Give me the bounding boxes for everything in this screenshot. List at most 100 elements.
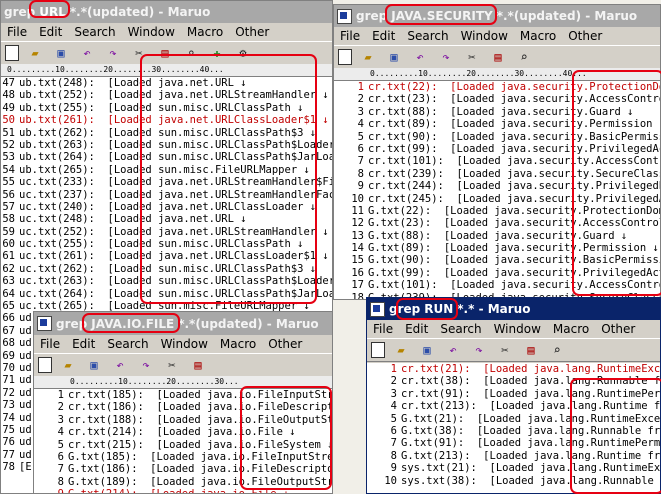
result-line[interactable]: 53 ub.txt(264): [Loaded sun.misc.URLClass… [1,151,332,163]
menu-file[interactable]: File [334,29,366,43]
grep-io-file-window[interactable]: grep JAVA.IO.FILE *.*(updated) - Maruo F… [33,311,333,494]
result-line[interactable]: 52 ub.txt(263): [Loaded sun.misc.URLClass… [1,139,332,151]
menu-search[interactable]: Search [68,25,121,39]
editor-text-area[interactable]: 1 cr.txt(21): [Loaded java.lang.RuntimeEx… [367,363,660,493]
result-line[interactable]: 2 cr.txt(186): [Loaded java.io.FileDescri… [34,401,332,413]
result-line[interactable]: 13 G.txt(88): [Loaded java.security.Guard… [334,230,660,242]
result-line[interactable]: 1 cr.txt(21): [Loaded java.lang.RuntimeEx… [367,363,660,375]
menu-other[interactable]: Other [595,322,641,336]
menu-window[interactable]: Window [455,29,514,43]
find-icon[interactable]: ⌕ [181,45,201,61]
menu-edit[interactable]: Edit [399,322,434,336]
redo-icon[interactable]: ↷ [136,357,156,373]
result-line[interactable]: 1 cr.txt(22): [Loaded java.security.Prote… [334,81,660,93]
redo-icon[interactable]: ↷ [436,49,456,65]
result-line[interactable]: 57 uc.txt(240): [Loaded java.net.URLClass… [1,201,332,213]
redo-icon[interactable]: ↷ [469,342,489,358]
result-line[interactable]: 49 ub.txt(255): [Loaded sun.misc.URLClass… [1,102,332,114]
result-line[interactable]: 8 G.txt(189): [Loaded java.io.FileOutputS… [34,476,332,488]
result-line[interactable]: 2 cr.txt(38): [Loaded java.lang.Runnable … [367,375,660,387]
result-line[interactable]: 8 cr.txt(239): [Loaded java.security.Secu… [334,168,660,180]
menu-search[interactable]: Search [101,337,154,351]
menu-macro[interactable]: Macro [181,25,229,39]
cut-icon[interactable]: ✂ [162,357,182,373]
menu-macro[interactable]: Macro [514,29,562,43]
result-line[interactable]: 5 cr.txt(215): [Loaded java.io.FileSystem… [34,439,332,451]
open-folder-icon[interactable]: ▰ [358,49,378,65]
new-file-icon[interactable] [371,342,385,358]
result-line[interactable]: 14 G.txt(89): [Loaded java.security.Permi… [334,242,660,254]
result-line[interactable]: 60 uc.txt(255): [Loaded sun.misc.URLClass… [1,238,332,250]
result-line[interactable]: 8 G.txt(213): [Loaded java.lang.Runtime f… [367,450,660,462]
undo-icon[interactable]: ↶ [77,45,97,61]
new-file-icon[interactable] [5,45,19,61]
open-folder-icon[interactable]: ▰ [25,45,45,61]
gear-icon[interactable]: ⚙ [233,45,253,61]
open-folder-icon[interactable]: ▰ [58,357,78,373]
editor-text-area[interactable]: 1 cr.txt(185): [Loaded java.io.FileInputS… [34,389,332,493]
result-line[interactable]: 9 sys.txt(21): [Loaded java.lang.RuntimeE… [367,462,660,474]
result-line[interactable]: 3 cr.txt(88): [Loaded java.security.Guard… [334,106,660,118]
result-line[interactable]: 3 cr.txt(188): [Loaded java.io.FileOutput… [34,414,332,426]
paste-icon[interactable]: ▤ [488,49,508,65]
result-line[interactable]: 9G.txt(214): [Loaded java.io.File ↓ [34,488,332,493]
menu-file[interactable]: File [34,337,66,351]
paste-icon[interactable]: ▤ [155,45,175,61]
menu-macro[interactable]: Macro [547,322,595,336]
result-line[interactable]: 48 ub.txt(252): [Loaded java.net.URLStrea… [1,89,332,101]
new-file-icon[interactable] [38,357,52,373]
menu-window[interactable]: Window [488,322,547,336]
menu-file[interactable]: File [367,322,399,336]
result-line[interactable]: 16 G.txt(99): [Loaded java.security.Privi… [334,267,660,279]
result-line[interactable]: 9 cr.txt(244): [Loaded java.security.Priv… [334,180,660,192]
result-line[interactable]: 17 G.txt(101): [Loaded java.security.Acce… [334,279,660,291]
result-line[interactable]: 6 G.txt(185): [Loaded java.io.FileInputSt… [34,451,332,463]
menu-other[interactable]: Other [262,337,308,351]
cut-icon[interactable]: ✂ [495,342,515,358]
title-bar[interactable]: grep URL *.*(updated) - Maruo [1,1,332,23]
find-next-icon[interactable]: ✚ [207,45,227,61]
result-line[interactable]: 4 cr.txt(89): [Loaded java.security.Permi… [334,118,660,130]
menu-file[interactable]: File [1,25,33,39]
open-folder-icon[interactable]: ▰ [391,342,411,358]
cut-icon[interactable]: ✂ [129,45,149,61]
result-line[interactable]: 10 sys.txt(38): [Loaded java.lang.Runnabl… [367,475,660,487]
result-line[interactable]: 3 cr.txt(91): [Loaded java.lang.RuntimePe… [367,388,660,400]
result-line[interactable]: 59 uc.txt(252): [Loaded java.net.URLStrea… [1,226,332,238]
title-bar[interactable]: grep JAVA.SECURITY *.*(updated) - Maruo [334,5,660,27]
find-icon[interactable]: ⌕ [514,49,534,65]
result-line[interactable]: 5 cr.txt(90): [Loaded java.security.Basic… [334,131,660,143]
menu-edit[interactable]: Edit [66,337,101,351]
result-line[interactable]: 11 G.txt(22): [Loaded java.security.Prote… [334,205,660,217]
new-file-icon[interactable] [338,49,352,65]
result-line[interactable]: 6 cr.txt(99): [Loaded java.security.Privi… [334,143,660,155]
menu-search[interactable]: Search [401,29,454,43]
result-line[interactable]: 2 cr.txt(23): [Loaded java.security.Acces… [334,93,660,105]
result-line[interactable]: 10 cr.txt(245): [Loaded java.security.Pri… [334,193,660,205]
grep-security-window[interactable]: grep JAVA.SECURITY *.*(updated) - Maruo … [333,4,661,300]
title-bar[interactable]: grep JAVA.IO.FILE *.*(updated) - Maruo [34,312,332,335]
result-line[interactable]: 15 G.txt(90): [Loaded java.security.Basic… [334,254,660,266]
result-line[interactable]: 58 uc.txt(248): [Loaded java.net.URL ↓ [1,213,332,225]
save-disk-icon[interactable]: ▣ [384,49,404,65]
result-line[interactable]: 55 uc.txt(233): [Loaded java.net.URLStrea… [1,176,332,188]
result-line[interactable]: 7 G.txt(186): [Loaded java.io.FileDescrip… [34,463,332,475]
menu-macro[interactable]: Macro [214,337,262,351]
result-line[interactable]: 12 G.txt(23): [Loaded java.security.Acces… [334,217,660,229]
result-line[interactable]: 47 ub.txt(248): [Loaded java.net.URL ↓ [1,77,332,89]
result-line[interactable]: 4 cr.txt(214): [Loaded java.io.File ↓ [34,426,332,438]
result-line[interactable]: 51 ub.txt(262): [Loaded sun.misc.URLClass… [1,127,332,139]
menu-other[interactable]: Other [229,25,275,39]
menu-search[interactable]: Search [434,322,487,336]
menu-window[interactable]: Window [122,25,181,39]
menu-edit[interactable]: Edit [33,25,68,39]
menu-edit[interactable]: Edit [366,29,401,43]
result-line[interactable]: 64 uc.txt(264): [Loaded sun.misc.URLClass… [1,288,332,300]
editor-text-area[interactable]: 1 cr.txt(22): [Loaded java.security.Prote… [334,81,660,299]
paste-icon[interactable]: ▤ [521,342,541,358]
result-line[interactable]: 56 uc.txt(237): [Loaded java.net.URLStrea… [1,189,332,201]
find-icon[interactable]: ⌕ [547,342,567,358]
paste-icon[interactable]: ▤ [188,357,208,373]
title-bar[interactable]: grep RUN *.* - Maruo [367,298,660,320]
undo-icon[interactable]: ↶ [410,49,430,65]
